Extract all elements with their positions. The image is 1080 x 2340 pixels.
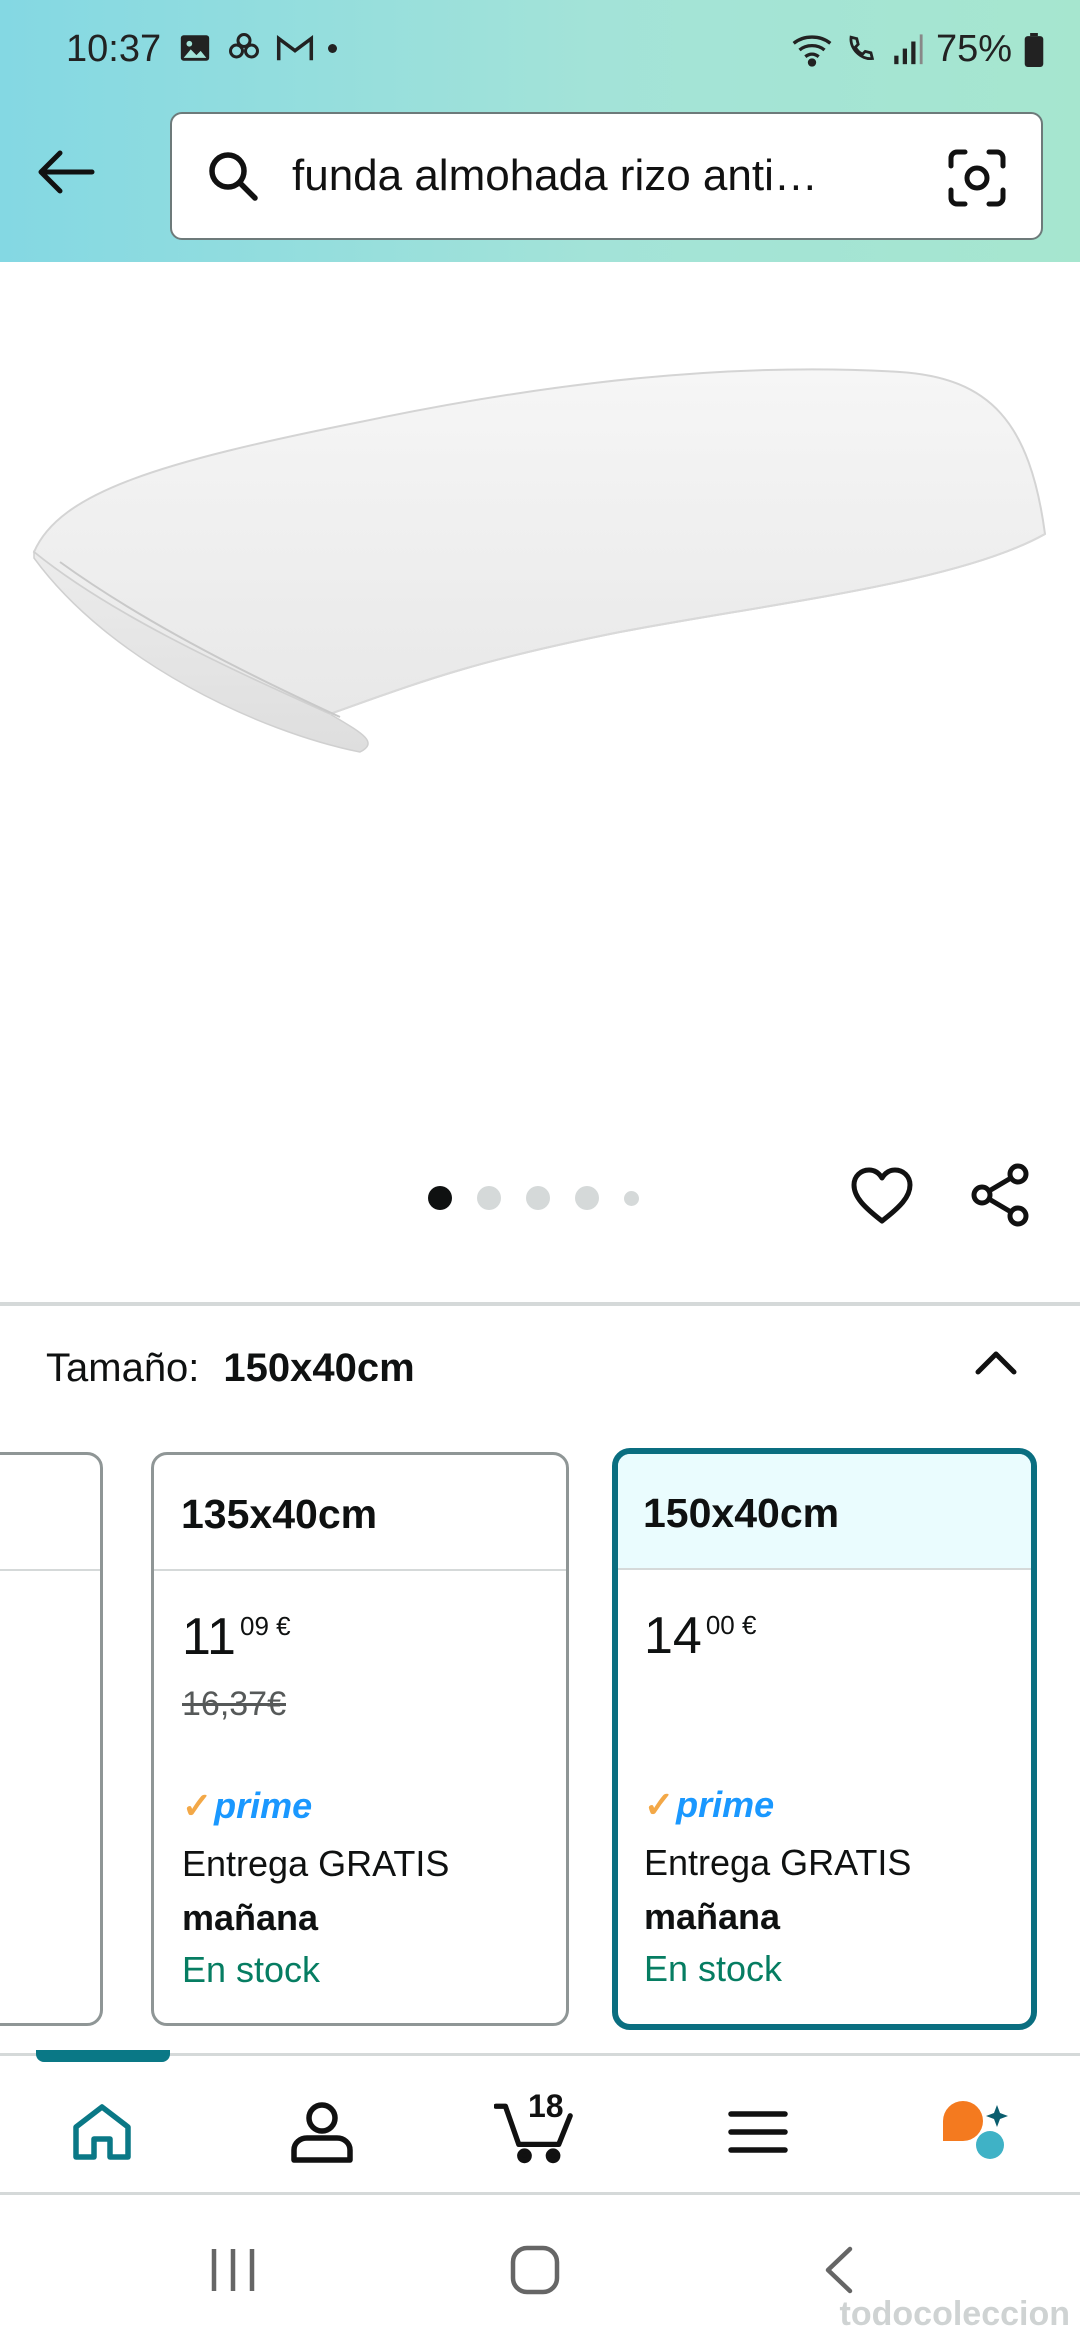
watermark: todocoleccion: [839, 2295, 1070, 2333]
gallery-icon: [180, 35, 210, 61]
cart-count-badge: 18: [528, 2088, 564, 2124]
size-option-old-price: 16,37€: [182, 1685, 286, 1723]
wifi-call-icon: [849, 34, 875, 60]
recent-apps-button[interactable]: [198, 2235, 268, 2305]
size-option-header: [0, 1455, 100, 1571]
prime-check-icon: ✓: [644, 1784, 675, 1825]
carousel-dot-1[interactable]: [428, 1186, 452, 1210]
nav-menu[interactable]: [718, 2092, 798, 2172]
share-icon[interactable]: [968, 1162, 1034, 1228]
chevron-left-icon: [825, 2246, 853, 2294]
wifi-icon: [792, 34, 832, 67]
home-icon: [73, 2104, 131, 2160]
notification-dot: [328, 43, 337, 53]
home-square-icon: [510, 2245, 560, 2295]
prime-badge: ✓prime: [644, 1784, 775, 1825]
size-selected-value: 150x40cm: [223, 1346, 415, 1390]
header: 10:37 75% funda almohada rizo anti…: [0, 0, 1080, 262]
size-option-name: 150x40cm: [618, 1454, 1031, 1570]
heart-icon[interactable]: [850, 1166, 914, 1226]
prime-badge: ✓prime: [182, 1785, 313, 1826]
carousel-dot-3[interactable]: [526, 1186, 550, 1210]
camera-search-icon[interactable]: [947, 148, 1007, 208]
stock-status: En stock: [182, 1949, 321, 1990]
stock-status: En stock: [644, 1948, 783, 1989]
delivery-info: Entrega GRATIS mañana: [182, 1843, 450, 1938]
signal-icon: [894, 33, 923, 64]
search-icon: [209, 152, 258, 201]
recent-apps-icon: [211, 2249, 255, 2291]
account-icon: [291, 2102, 353, 2163]
search-bar[interactable]: funda almohada rizo anti…: [170, 112, 1043, 240]
nav-account[interactable]: [282, 2092, 362, 2172]
size-option-name: 135x40cm: [154, 1455, 566, 1571]
chevron-up-icon[interactable]: [972, 1344, 1020, 1380]
size-option-card[interactable]: 135x40cm 11 09 € 16,37€ ✓prime Entrega GR…: [151, 1452, 569, 2026]
status-system-icons: 75%: [792, 28, 1044, 71]
battery-icon: [1024, 32, 1044, 67]
home-system-button[interactable]: [500, 2235, 570, 2305]
size-option-price: 11 09 €: [182, 1608, 291, 1666]
flower-icon: [229, 33, 259, 59]
section-divider: [0, 1302, 1080, 1306]
size-option-price: 14 00 €: [644, 1607, 757, 1665]
size-selector-header[interactable]: Tamaño: 150x40cm: [46, 1346, 415, 1391]
battery-percent: 75%: [935, 28, 1012, 70]
nav-home[interactable]: [62, 2092, 142, 2172]
image-carousel-dots[interactable]: [428, 1186, 639, 1210]
back-button[interactable]: [34, 140, 98, 204]
size-option-card-previous[interactable]: [0, 1452, 103, 2026]
nav-rufus[interactable]: [936, 2092, 1016, 2172]
carousel-dot-2[interactable]: [477, 1186, 501, 1210]
rufus-ai-icon: [943, 2101, 1008, 2159]
size-option-card-selected[interactable]: 150x40cm 14 00 € ✓prime Entrega GRATIS mañ…: [612, 1448, 1037, 2030]
search-query[interactable]: funda almohada rizo anti…: [292, 151, 902, 201]
product-image[interactable]: [0, 262, 1080, 1162]
status-notification-icons: [178, 30, 337, 66]
menu-icon: [728, 2111, 788, 2153]
size-label: Tamaño:: [46, 1346, 200, 1390]
carousel-dot-4[interactable]: [575, 1186, 599, 1210]
prime-check-icon: ✓: [182, 1785, 213, 1826]
delivery-info: Entrega GRATIS mañana: [644, 1842, 912, 1937]
carousel-dot-5[interactable]: [624, 1190, 639, 1206]
gmail-icon: [276, 34, 314, 61]
arrow-left-icon: [38, 150, 95, 194]
status-time: 10:37: [66, 28, 162, 70]
